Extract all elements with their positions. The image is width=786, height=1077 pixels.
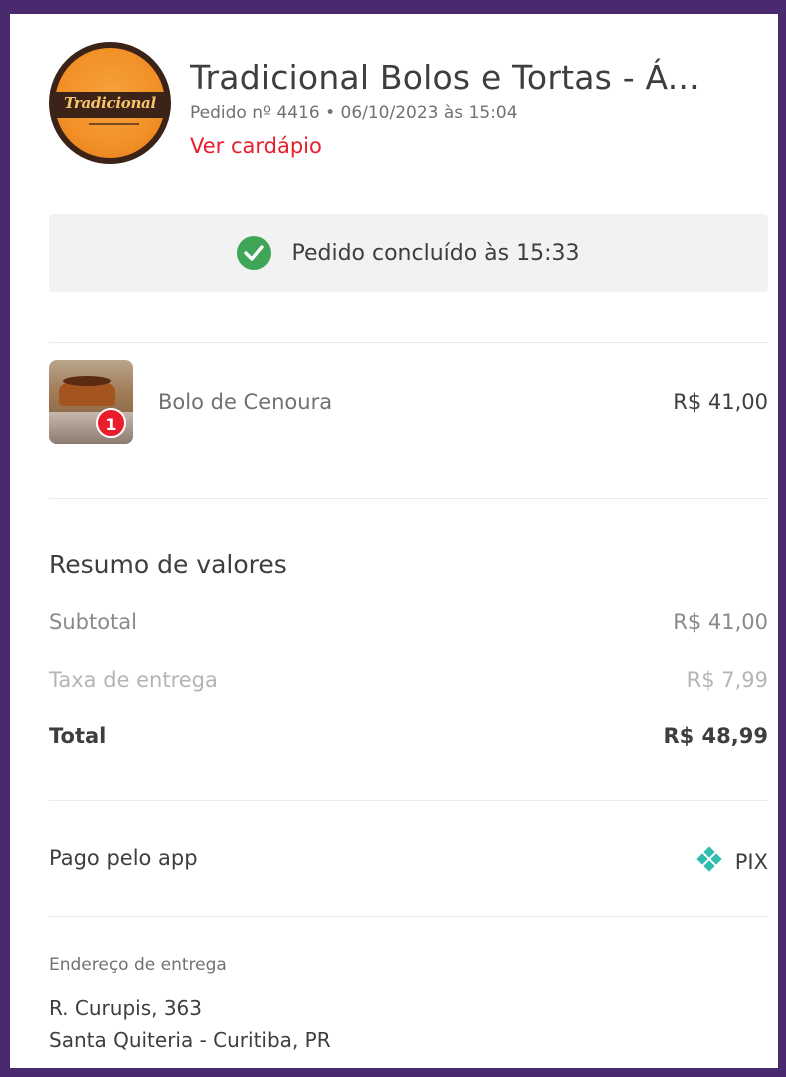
- payment-method: PIX: [610, 846, 768, 876]
- item-quantity-badge: 1: [96, 408, 126, 438]
- subtotal-value: R$ 41,00: [673, 610, 768, 634]
- store-name: Tradicional Bolos e Tortas - Á...: [190, 58, 700, 97]
- summary-title: Resumo de valores: [49, 550, 287, 579]
- total-label: Total: [49, 724, 107, 748]
- view-menu-link[interactable]: Ver cardápio: [190, 134, 322, 158]
- order-details-panel: Tradicional Tradicional Bolos e Tortas -…: [10, 14, 778, 1068]
- payment-method-label: PIX: [734, 850, 768, 874]
- divider: [49, 916, 768, 917]
- item-price: R$ 41,00: [673, 390, 768, 414]
- delivery-address-title: Endereço de entrega: [49, 955, 227, 975]
- store-logo-text: Tradicional: [64, 94, 156, 112]
- order-status-text: Pedido concluído às 15:33: [291, 240, 580, 266]
- divider: [49, 498, 768, 499]
- subtotal-label: Subtotal: [49, 610, 137, 634]
- store-logo: Tradicional: [49, 42, 171, 164]
- order-status-banner: Pedido concluído às 15:33: [49, 214, 768, 292]
- total-value: R$ 48,99: [663, 724, 768, 748]
- divider: [49, 800, 768, 801]
- check-circle-icon: [237, 236, 272, 270]
- delivery-fee-label: Taxa de entrega: [49, 668, 218, 692]
- delivery-fee-value: R$ 7,99: [686, 668, 768, 692]
- delivery-address-city: Santa Quiteria - Curitiba, PR: [49, 1028, 331, 1052]
- delivery-address-street: R. Curupis, 363: [49, 996, 202, 1020]
- pix-icon: [695, 846, 723, 878]
- divider: [49, 342, 768, 343]
- payment-label: Pago pelo app: [49, 846, 198, 870]
- item-name: Bolo de Cenoura: [158, 390, 333, 414]
- order-number-date: Pedido nº 4416 • 06/10/2023 às 15:04: [190, 103, 518, 123]
